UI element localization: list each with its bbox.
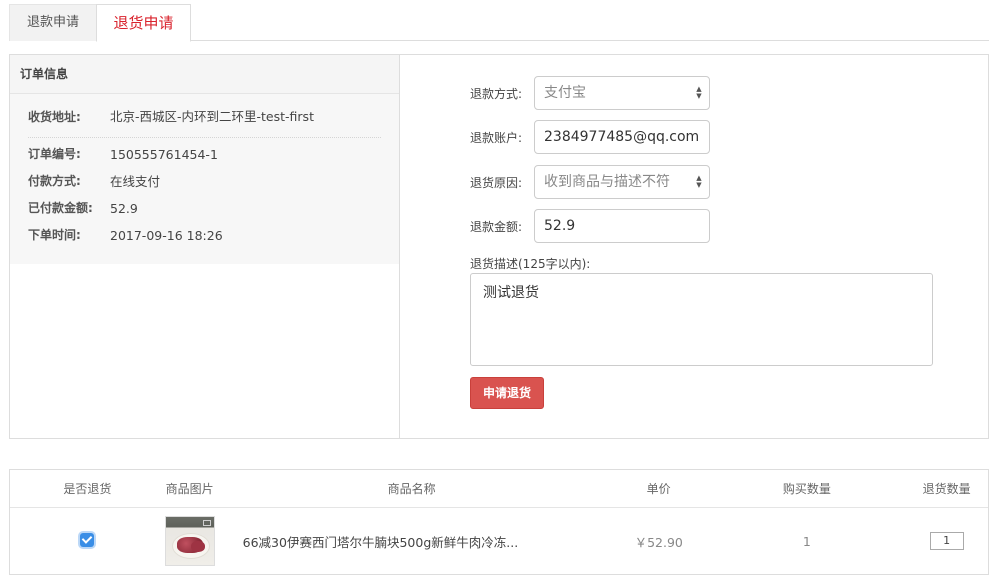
select-arrows-icon: ▲ ▼ (696, 85, 702, 100)
order-time-row: 下单时间: 2017-09-16 18:26 (28, 222, 381, 249)
brand-logo-icon (202, 520, 211, 526)
order-address-row: 收货地址: 北京-西城区-内环到二环里-test-first (28, 94, 381, 138)
order-paid-row: 已付款金额: 52.9 (28, 195, 381, 222)
return-reason-label: 退货原因: (470, 175, 523, 190)
select-arrows-icon: ▲ ▼ (696, 174, 702, 189)
return-description-textarea[interactable]: 测试退货 (470, 273, 933, 366)
return-quantity-cell: 1 (905, 532, 988, 550)
refund-amount-label: 退款金额: (470, 219, 523, 234)
order-number-row: 订单编号: 150555761454-1 (28, 141, 381, 168)
return-reason-value: 收到商品与描述不符 (544, 174, 670, 190)
beef-shape (190, 541, 205, 552)
header-product-image: 商品图片 (165, 482, 214, 496)
purchase-quantity: 1 (802, 533, 811, 549)
tab-refund-request[interactable]: 退款申请 (9, 4, 97, 41)
header-product-name: 商品名称 (387, 482, 436, 496)
return-quantity-input[interactable]: 1 (929, 532, 964, 550)
return-panel: 订单信息 收货地址: 北京-西城区-内环到二环里-test-first 订单编号… (9, 54, 989, 439)
order-time-value: 2017-09-16 18:26 (110, 228, 223, 243)
table-row: 66减30伊赛西门塔尔牛腩块500g新鲜牛肉冷冻... ￥52.90 1 1 (10, 508, 988, 574)
refund-method-label: 退款方式: (470, 86, 523, 101)
product-name[interactable]: 66减30伊赛西门塔尔牛腩块500g新鲜牛肉冷冻... (215, 532, 609, 551)
refund-method-value: 支付宝 (544, 85, 586, 101)
refund-method-row: 退款方式: 支付宝 ▲ ▼ (470, 76, 710, 110)
header-return-select: 是否退货 (63, 482, 112, 496)
refund-account-row: 退款账户: 2384977485@qq.com (470, 120, 710, 154)
refund-method-select[interactable]: 支付宝 ▲ ▼ (534, 76, 710, 110)
return-checkbox-cell (10, 532, 165, 550)
tab-bar: 退款申请 退货申请 (9, 4, 989, 42)
order-address-label: 收货地址: (28, 110, 81, 124)
return-checkbox[interactable] (80, 532, 95, 547)
order-number-value: 150555761454-1 (110, 147, 218, 162)
refund-account-label: 退款账户: (470, 130, 523, 145)
order-info-section: 订单信息 收货地址: 北京-西城区-内环到二环里-test-first 订单编号… (10, 55, 400, 438)
order-info-title: 订单信息 (10, 55, 399, 94)
submit-return-button[interactable]: 申请退货 (470, 377, 544, 409)
return-items-table: 是否退货 商品图片 商品名称 单价 购买数量 退货数量 66减30伊赛西门塔尔牛… (9, 469, 989, 575)
header-unit-price: 单价 (646, 482, 671, 496)
return-form: 退款方式: 支付宝 ▲ ▼ 退款账户: 2384977485@qq.com 退货原… (400, 55, 988, 438)
refund-amount-row: 退款金额: 52.9 (470, 209, 710, 243)
refund-account-input[interactable]: 2384977485@qq.com (534, 120, 710, 154)
header-purchase-qty: 购买数量 (782, 482, 831, 496)
order-payment-row: 付款方式: 在线支付 (28, 168, 381, 195)
order-address-value: 北京-西城区-内环到二环里-test-first (110, 109, 314, 124)
order-paid-value: 52.9 (110, 201, 138, 216)
order-payment-label: 付款方式: (28, 174, 81, 188)
order-time-label: 下单时间: (28, 228, 81, 242)
order-payment-value: 在线支付 (110, 174, 161, 189)
refund-amount-input[interactable]: 52.9 (534, 209, 710, 243)
order-paid-label: 已付款金额: (28, 201, 93, 215)
return-description-label: 退货描述(125字以内): (470, 257, 591, 271)
product-image-cell (164, 516, 215, 566)
return-reason-row: 退货原因: 收到商品与描述不符 ▲ ▼ (470, 165, 710, 199)
order-info-body: 收货地址: 北京-西城区-内环到二环里-test-first 订单编号: 150… (10, 94, 399, 264)
tab-return-request[interactable]: 退货申请 (96, 4, 191, 42)
order-number-label: 订单编号: (28, 147, 81, 161)
unit-price: ￥52.90 (634, 534, 683, 550)
table-header: 是否退货 商品图片 商品名称 单价 购买数量 退货数量 (10, 470, 988, 508)
return-reason-select[interactable]: 收到商品与描述不符 ▲ ▼ (534, 165, 710, 199)
header-return-qty: 退货数量 (922, 482, 971, 496)
product-image[interactable] (164, 516, 215, 566)
